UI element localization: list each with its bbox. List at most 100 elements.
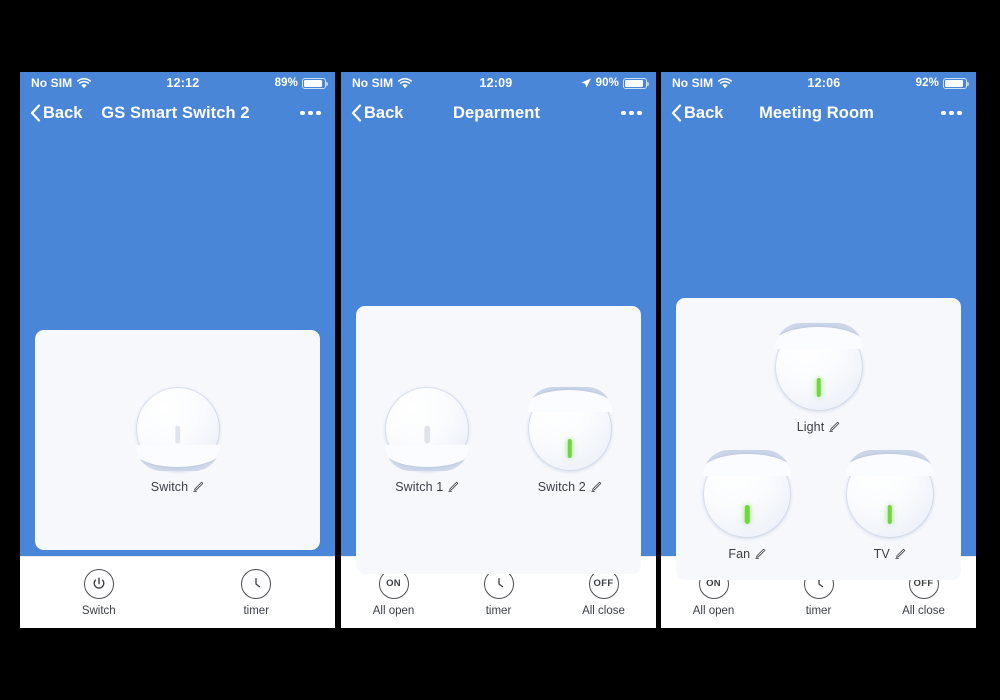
knob-name: Switch [150,479,189,494]
device-card: Switch 1 Switch 2 [356,306,641,574]
battery-percent: 89% [274,77,298,89]
pencil-edit-icon[interactable] [590,481,602,493]
knob-cell: Fan [676,450,819,561]
nav-bar: Back Deparment [341,94,656,132]
status-bar: No SIM 12:09 90% [341,72,656,94]
switch-knob[interactable] [135,386,220,471]
knob-label: Switch 2 [538,480,602,494]
more-options-button[interactable] [894,110,962,116]
status-right: 92% [915,77,970,89]
knob-indicator-on [745,504,750,524]
chevron-left-icon [671,104,682,122]
knob-name: Fan [728,547,751,561]
pencil-edit-icon[interactable] [894,548,906,560]
status-bar: No SIM 12:06 92% [661,72,976,94]
status-right: 90% [580,77,650,89]
dot-icon [629,110,634,116]
toolbar-label: All close [582,604,625,617]
phone-screen-2: No SIM 12:09 90% Back Deparment Switch 1… [341,72,656,628]
battery-percent: 92% [915,77,939,89]
toolbar-label: timer [485,604,512,617]
pencil-edit-icon[interactable] [754,548,766,560]
clock-label: 12:12 [166,76,200,90]
toolbar-label: timer [243,604,270,617]
power-icon [83,568,114,599]
chevron-left-icon [351,104,362,122]
knob-indicator-on [567,438,572,458]
phone-body: Switch 1 Switch 2 [341,132,656,574]
toolbar-label: timer [805,604,832,617]
wifi-icon [398,77,413,88]
toolbar-all-close-button[interactable]: OFF All close [551,568,656,617]
pencil-edit-icon[interactable] [447,481,459,493]
phone-screen-3: No SIM 12:06 92% Back Meeting Room Light… [661,72,976,628]
back-label: Back [684,103,724,122]
carrier-label: No SIM [31,76,73,90]
knob-cell: Switch [35,386,320,494]
nav-bar: Back GS Smart Switch 2 [20,94,335,132]
knob-indicator-off [175,425,180,443]
phone-body: Light Fan TV [661,132,976,580]
knob-cell: Light [676,323,961,434]
toolbar-timer-button[interactable]: timer [178,568,336,617]
toolbar-timer-button[interactable]: timer [446,568,551,617]
carrier-label: No SIM [672,76,714,90]
status-left: No SIM [352,76,413,90]
dot-icon [308,110,313,116]
knob-indicator-on [816,377,821,397]
more-options-button[interactable] [574,110,642,116]
bottom-toolbar: Switch timer [20,556,335,628]
knob-name: Switch 1 [395,479,444,494]
wifi-icon [718,77,733,88]
knob-name: Light [796,420,825,434]
knob-hood [135,445,220,471]
clock-label: 12:06 [807,76,841,90]
knob-label: Switch [151,480,204,494]
toolbar-label: Switch [81,604,116,617]
pencil-edit-icon[interactable] [828,421,840,433]
knob-cell: TV [819,450,962,561]
knob-hood [845,450,934,477]
switch-knob[interactable] [703,450,792,538]
back-button[interactable]: Back [30,104,98,123]
page-title: Deparment [452,103,541,122]
back-button[interactable]: Back [351,104,419,123]
knob-grid: Switch [35,330,320,550]
back-button[interactable]: Back [671,104,739,123]
pencil-edit-icon[interactable] [192,481,204,493]
switch-knob[interactable] [527,386,612,471]
dot-icon [316,110,321,116]
chevron-left-icon [30,104,41,122]
battery-percent: 90% [595,77,619,89]
back-label: Back [43,103,83,122]
page-title: GS Smart Switch 2 [101,103,250,122]
switch-knob[interactable] [774,323,863,411]
page-title: Meeting Room [759,103,874,122]
carrier-label: No SIM [352,76,394,90]
battery-icon [302,77,329,89]
dot-icon [957,110,962,116]
knob-hood [527,386,612,412]
toolbar-label: All open [372,604,415,617]
dot-icon [300,110,305,116]
knob-label: Fan [728,547,766,561]
device-card: Light Fan TV [676,298,961,580]
back-label: Back [364,103,404,122]
more-options-button[interactable] [253,110,321,116]
knob-name: TV [873,547,890,561]
toolbar-switch-button[interactable]: Switch [20,568,178,617]
knob-hood [774,323,863,350]
toolbar-all-open-button[interactable]: ON All open [341,568,446,617]
clock-icon [241,568,272,599]
status-left: No SIM [672,76,733,90]
switch-knob[interactable] [385,386,470,471]
knob-indicator-off [425,425,430,443]
location-arrow-icon [580,78,591,88]
knob-label: Switch 1 [395,480,459,494]
knob-grid: Switch 1 Switch 2 [356,306,641,574]
knob-label: TV [874,547,906,561]
switch-knob[interactable] [845,450,934,538]
knob-indicator-on [887,504,892,524]
toolbar-label: All close [902,604,945,617]
device-card: Switch [35,330,320,550]
